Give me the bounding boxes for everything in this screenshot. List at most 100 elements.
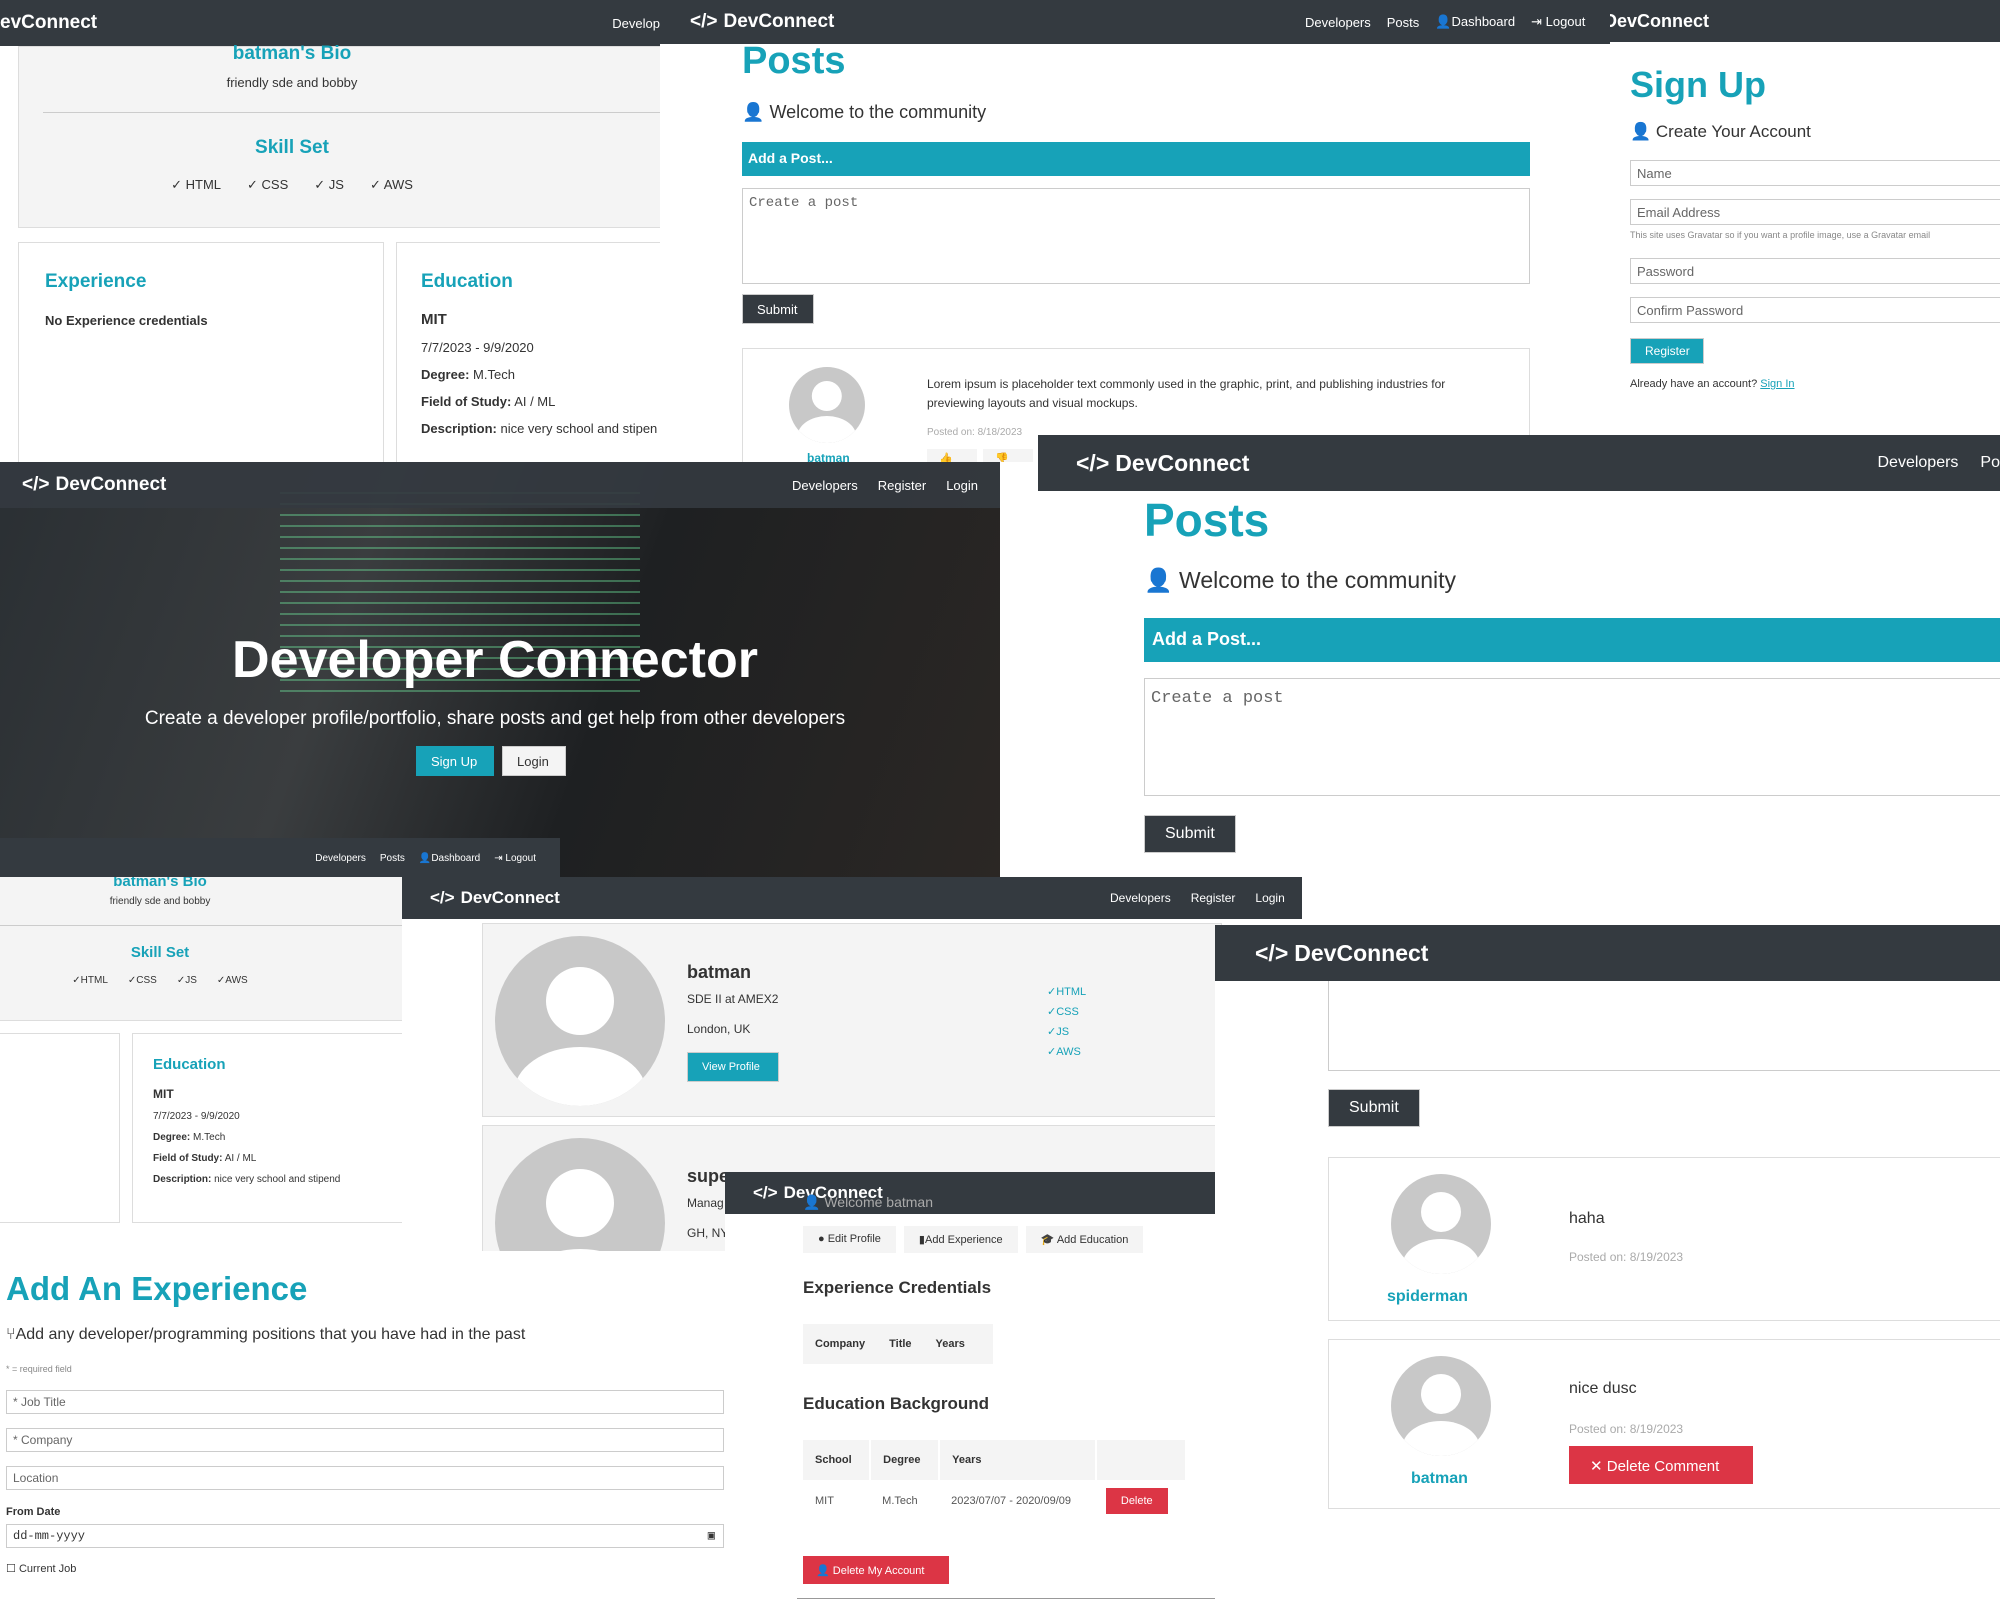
nav-register[interactable]: Register: [1191, 891, 1236, 905]
brand-logo[interactable]: DevConnect: [1610, 11, 1709, 32]
bio-title: batman's Bio: [113, 877, 207, 890]
comment-user[interactable]: batman: [1411, 1470, 1468, 1488]
branch-icon: ⑂: [6, 1326, 16, 1343]
post-textarea[interactable]: Create a post: [742, 188, 1530, 284]
email-input[interactable]: Email Address: [1630, 199, 2000, 225]
nav-developers[interactable]: Developers: [1110, 891, 1171, 905]
user-icon: 👤: [803, 1194, 821, 1210]
brand-logo[interactable]: </> DevConnect: [1255, 940, 1428, 967]
confirm-password-input[interactable]: Confirm Password: [1630, 297, 2000, 323]
nav-posts[interactable]: Posts: [380, 853, 405, 864]
from-date-input[interactable]: dd-mm-yyyy ▣: [6, 1524, 724, 1548]
location-input[interactable]: Location: [6, 1466, 724, 1490]
profile-education: Education MIT 7/7/2023 - 9/9/2020 Degree…: [396, 242, 660, 462]
skill-label: JS: [1056, 1026, 1070, 1038]
welcome-label: Welcome to the community: [1179, 567, 1456, 593]
nav-login[interactable]: Login: [946, 478, 978, 493]
delete-account-button[interactable]: 👤 Delete My Account: [803, 1556, 949, 1584]
brand-text: DevConnect: [460, 888, 560, 907]
name-input[interactable]: Name: [1630, 160, 2000, 186]
code-icon: </>: [22, 474, 50, 495]
skill-label: AWS: [225, 975, 248, 986]
edu-description: Description: nice very school and stipen: [421, 421, 660, 436]
add-experience-button[interactable]: ▮Add Experience: [903, 1226, 1018, 1253]
degree-value: M.Tech: [473, 367, 515, 382]
navbar: </> DevConnect Developers Register Login: [0, 462, 1000, 508]
desc-label: Description:: [153, 1174, 212, 1185]
table-cell: MIT: [815, 1495, 834, 1507]
nav-dashboard[interactable]: 👤Dashboard: [1435, 14, 1515, 30]
divider: [0, 925, 402, 926]
submit-button[interactable]: Submit: [1328, 1089, 1420, 1127]
navbar: DevConnect: [1610, 0, 2000, 42]
nav-links: Developers Posts 👤Dashboard ⇥ Logout: [1305, 14, 1585, 30]
logout-icon: ⇥: [494, 852, 503, 864]
submit-button[interactable]: Submit: [1144, 815, 1236, 853]
calendar-icon[interactable]: ▣: [708, 1528, 715, 1543]
job-title-input[interactable]: * Job Title: [6, 1390, 724, 1414]
comment-user[interactable]: spiderman: [1387, 1288, 1468, 1306]
post-textarea[interactable]: Create a post: [1144, 678, 2000, 796]
skill-label: HTML: [185, 177, 222, 192]
nav-register[interactable]: Register: [878, 478, 926, 493]
field-label: Field of Study:: [153, 1153, 223, 1164]
nav-logout[interactable]: ⇥ Logout: [1531, 14, 1585, 30]
edit-profile-button[interactable]: ● Edit Profile: [803, 1226, 896, 1253]
profile-bio: batman's Bio friendly sde and bobby Skil…: [18, 43, 660, 228]
brand-logo[interactable]: </> DevConnect: [22, 474, 166, 496]
nav-links: Develop: [612, 16, 660, 31]
view-profile-button[interactable]: View Profile: [687, 1052, 779, 1082]
dashboard-screenshot: </> DevConnect 👤 Welcome batman ● Edit Pr…: [725, 1172, 1215, 1600]
brand-logo[interactable]: </> DevConnect: [1076, 450, 1249, 477]
nav-developers[interactable]: Developers: [792, 478, 858, 493]
education-title: Education Background: [803, 1394, 990, 1413]
user-icon: 👤: [742, 102, 765, 122]
welcome-label: Welcome batman: [824, 1194, 934, 1210]
dashboard-actions: ● Edit Profile ▮Add Experience 🎓 Add Edu…: [803, 1226, 1144, 1253]
current-job-checkbox[interactable]: ☐ Current Job: [6, 1562, 76, 1575]
delete-comment-button[interactable]: ✕ Delete Comment: [1569, 1446, 1753, 1484]
company-input[interactable]: * Company: [6, 1428, 724, 1452]
code-icon: </>: [1255, 939, 1289, 966]
lead-label: Add any developer/programming positions …: [15, 1326, 526, 1343]
nav-login[interactable]: Login: [1255, 891, 1284, 905]
nav-developers[interactable]: Developers: [315, 853, 366, 864]
nav-posts[interactable]: Posts: [1387, 15, 1420, 30]
nav-dashboard[interactable]: 👤Dashboard: [419, 853, 480, 864]
school-name: MIT: [153, 1087, 174, 1101]
nav-links: Developers Posts 👤Dashboard ⇥ Logout: [315, 853, 536, 864]
password-input[interactable]: Password: [1630, 258, 2000, 284]
post-user[interactable]: batman: [807, 451, 850, 462]
add-education-button[interactable]: 🎓 Add Education: [1025, 1226, 1144, 1253]
brand-logo[interactable]: evConnect: [0, 12, 97, 34]
gravatar-note: This site uses Gravatar so if you want a…: [1630, 230, 1931, 240]
page-lead: ⑂Add any developer/programming positions…: [6, 1326, 525, 1344]
table-cell: Delete: [1096, 1480, 1185, 1522]
nav-developers[interactable]: Developers: [1305, 15, 1371, 30]
brand-logo[interactable]: </> DevConnect: [430, 888, 560, 908]
degree-label: Degree:: [153, 1132, 191, 1143]
checkbox-icon[interactable]: ☐: [6, 1563, 16, 1575]
register-button[interactable]: Register: [1630, 338, 1704, 364]
brand-logo[interactable]: </> DevConnect: [690, 11, 834, 33]
signin-prompt: Already have an account? Sign In: [1630, 378, 1795, 390]
nav-logout[interactable]: ⇥ Logout: [494, 853, 536, 864]
page-title: Add An Experience: [6, 1270, 308, 1307]
nav-posts[interactable]: Po: [1980, 454, 2000, 472]
sign-in-link[interactable]: Sign In: [1760, 378, 1794, 390]
add-post-bar: Add a Post...: [1144, 618, 2000, 662]
nav-developers[interactable]: Developers: [1877, 454, 1958, 472]
from-date-label: From Date: [6, 1506, 61, 1518]
code-icon: </>: [753, 1183, 778, 1202]
submit-button[interactable]: Submit: [742, 294, 814, 324]
thumbs-down-icon[interactable]: 👎: [983, 449, 1033, 462]
delete-education-button[interactable]: Delete: [1105, 1488, 1168, 1514]
field-label: Field of Study:: [421, 394, 512, 409]
education-title: Education: [153, 1056, 226, 1073]
hero-login-button[interactable]: Login: [502, 746, 566, 776]
hero-signup-button[interactable]: Sign Up: [416, 746, 494, 776]
thumbs-up-icon[interactable]: 👍: [927, 449, 977, 462]
skill-label: CSS: [136, 975, 157, 986]
edu-dates: 7/7/2023 - 9/9/2020: [421, 340, 534, 355]
nav-developers[interactable]: Develop: [612, 16, 660, 31]
